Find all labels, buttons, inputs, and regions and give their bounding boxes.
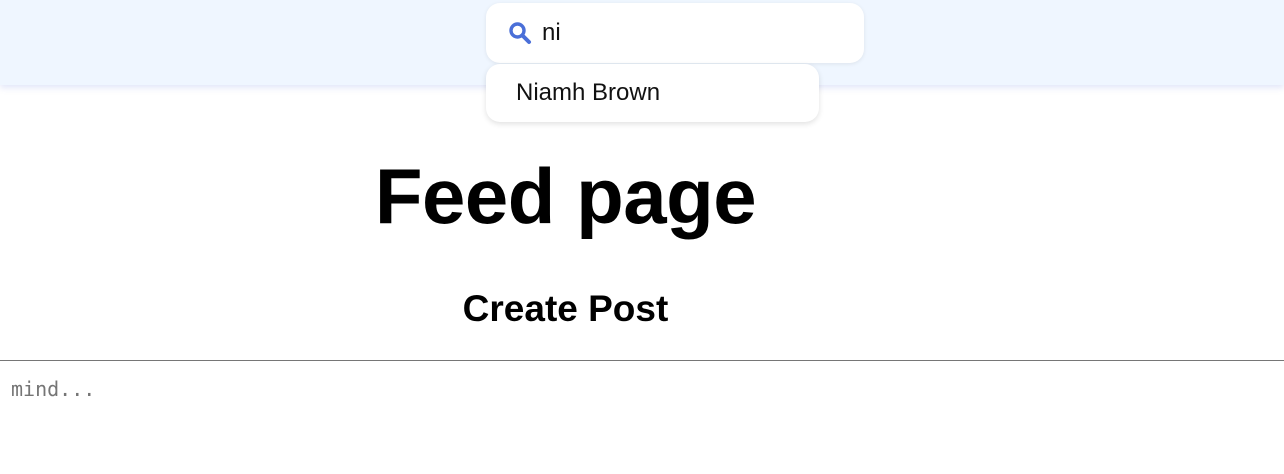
page-title: Feed page bbox=[374, 152, 757, 240]
search-box[interactable] bbox=[486, 3, 864, 63]
suggestion-item[interactable]: Niamh Brown bbox=[516, 79, 660, 107]
create-post-title: Create Post bbox=[462, 288, 669, 329]
search-suggestions: Niamh Brown bbox=[486, 64, 819, 122]
post-textarea[interactable] bbox=[0, 360, 1284, 474]
search-icon bbox=[508, 21, 532, 45]
search-input[interactable] bbox=[542, 19, 842, 47]
